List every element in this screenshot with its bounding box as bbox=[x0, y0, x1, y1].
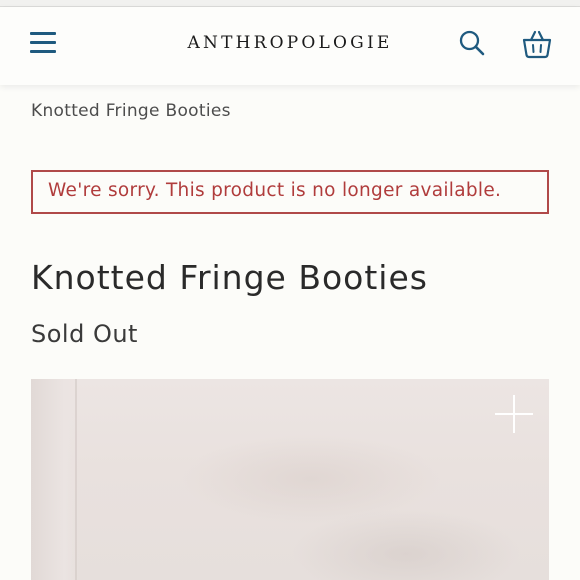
shopping-bag-button[interactable] bbox=[521, 29, 553, 59]
product-title: Knotted Fringe Booties bbox=[31, 258, 428, 297]
product-page: ANTHROPOLOGIE Knotted Fringe Booties We'… bbox=[0, 0, 580, 580]
search-icon bbox=[459, 30, 485, 56]
zoom-button[interactable] bbox=[493, 393, 535, 435]
alert-message: We're sorry. This product is no longer a… bbox=[48, 180, 502, 201]
unavailable-alert: We're sorry. This product is no longer a… bbox=[31, 170, 549, 214]
stock-status: Sold Out bbox=[31, 320, 138, 348]
product-image[interactable] bbox=[31, 379, 549, 580]
top-divider bbox=[0, 0, 580, 7]
shopping-basket-icon bbox=[522, 30, 552, 59]
site-header: ANTHROPOLOGIE bbox=[0, 7, 580, 85]
breadcrumb[interactable]: Knotted Fringe Booties bbox=[31, 101, 231, 121]
site-logo[interactable]: ANTHROPOLOGIE bbox=[0, 33, 580, 53]
search-button[interactable] bbox=[458, 29, 486, 57]
